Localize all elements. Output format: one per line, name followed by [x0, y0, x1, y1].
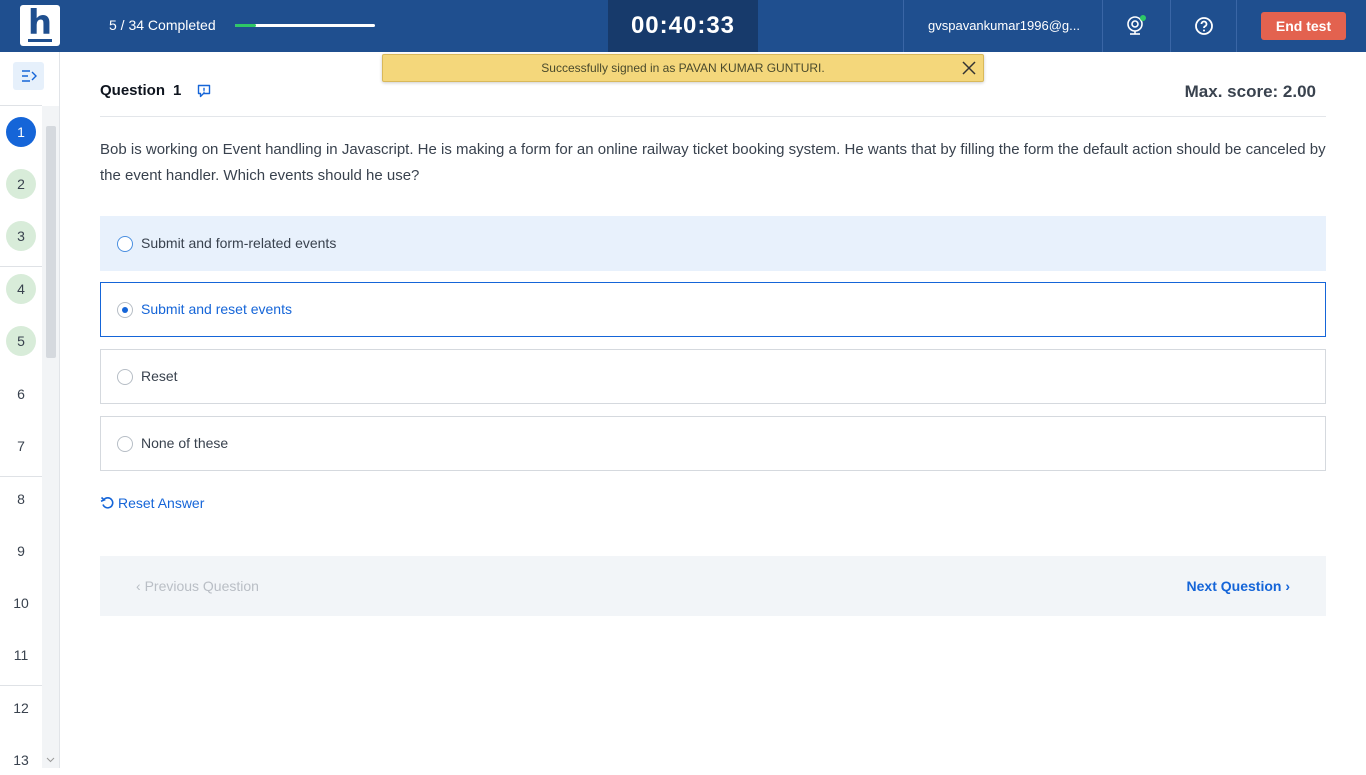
question-number: 1 [173, 82, 182, 99]
next-question-label: Next Question [1186, 578, 1282, 594]
option-label: Reset [141, 368, 178, 384]
sidebar-question-12[interactable]: 12 [6, 693, 36, 723]
close-icon[interactable] [961, 60, 977, 76]
radio-button[interactable] [117, 369, 133, 385]
option-3[interactable]: Reset [100, 349, 1326, 404]
question-sidebar: 1 2 3 4 5 6 7 8 9 10 11 12 13 [0, 52, 60, 768]
question-title: Question 1 [100, 82, 181, 99]
chevron-left-icon: ‹ [136, 578, 145, 594]
chevron-right-icon: › [1281, 578, 1290, 594]
user-email[interactable]: gvspavankumar1996@g... [928, 18, 1088, 33]
end-test-button[interactable]: End test [1261, 12, 1346, 40]
sidebar-question-9[interactable]: 9 [6, 536, 36, 566]
option-4[interactable]: None of these [100, 416, 1326, 471]
scrollbar-thumb[interactable] [46, 126, 56, 358]
webcam-icon[interactable] [1124, 14, 1148, 38]
scroll-down-icon[interactable] [46, 757, 55, 763]
reset-answer-link[interactable]: Reset Answer [100, 495, 204, 511]
sidebar-question-13[interactable]: 13 [6, 745, 36, 775]
sidebar-question-10[interactable]: 10 [6, 588, 36, 618]
logo-letter: h [27, 3, 53, 43]
sidebar-expand-icon [22, 70, 37, 82]
reset-answer-label: Reset Answer [118, 495, 205, 511]
undo-icon [100, 496, 114, 509]
max-score: Max. score: 2.00 [1184, 82, 1316, 101]
report-icon[interactable] [196, 83, 212, 99]
option-2[interactable]: Submit and reset events [100, 282, 1326, 337]
signin-toast: Successfully signed in as PAVAN KUMAR GU… [382, 54, 984, 82]
question-label: Question [100, 82, 166, 99]
sidebar-question-4[interactable]: 4 [6, 274, 36, 304]
previous-question-button[interactable]: ‹ Previous Question [136, 578, 259, 594]
progress-text: 5 / 34 Completed [109, 17, 216, 33]
progress-bar [235, 24, 375, 27]
option-label: Submit and reset events [141, 301, 292, 317]
radio-button[interactable] [117, 236, 133, 252]
radio-button[interactable] [117, 302, 133, 318]
divider [100, 116, 1326, 117]
hackerearth-logo: h [20, 5, 60, 46]
sidebar-scrollbar[interactable] [42, 106, 59, 768]
sidebar-question-7[interactable]: 7 [6, 431, 36, 461]
sidebar-question-5[interactable]: 5 [6, 326, 36, 356]
countdown-timer: 00:40:33 [608, 0, 758, 52]
sidebar-question-8[interactable]: 8 [6, 484, 36, 514]
option-label: None of these [141, 435, 229, 451]
question-navigation: ‹ Previous Question Next Question › [100, 556, 1326, 616]
progress-bar-fill [235, 24, 256, 27]
help-icon[interactable] [1192, 14, 1216, 38]
previous-question-label: Previous Question [144, 578, 259, 594]
sidebar-question-6[interactable]: 6 [6, 379, 36, 409]
top-header: h 5 / 34 Completed 00:40:33 gvspavankuma… [0, 0, 1366, 52]
option-1[interactable]: Submit and form-related events [100, 216, 1326, 271]
sidebar-toggle-button[interactable] [13, 62, 44, 90]
next-question-button[interactable]: Next Question › [1187, 578, 1290, 594]
sidebar-question-3[interactable]: 3 [6, 221, 36, 251]
sidebar-question-11[interactable]: 11 [6, 640, 36, 670]
sidebar-question-2[interactable]: 2 [6, 169, 36, 199]
sidebar-question-1[interactable]: 1 [6, 117, 36, 147]
option-label: Submit and form-related events [141, 235, 337, 251]
radio-button[interactable] [117, 436, 133, 452]
toast-message: Successfully signed in as PAVAN KUMAR GU… [541, 61, 825, 75]
question-text: Bob is working on Event handling in Java… [100, 141, 1326, 184]
